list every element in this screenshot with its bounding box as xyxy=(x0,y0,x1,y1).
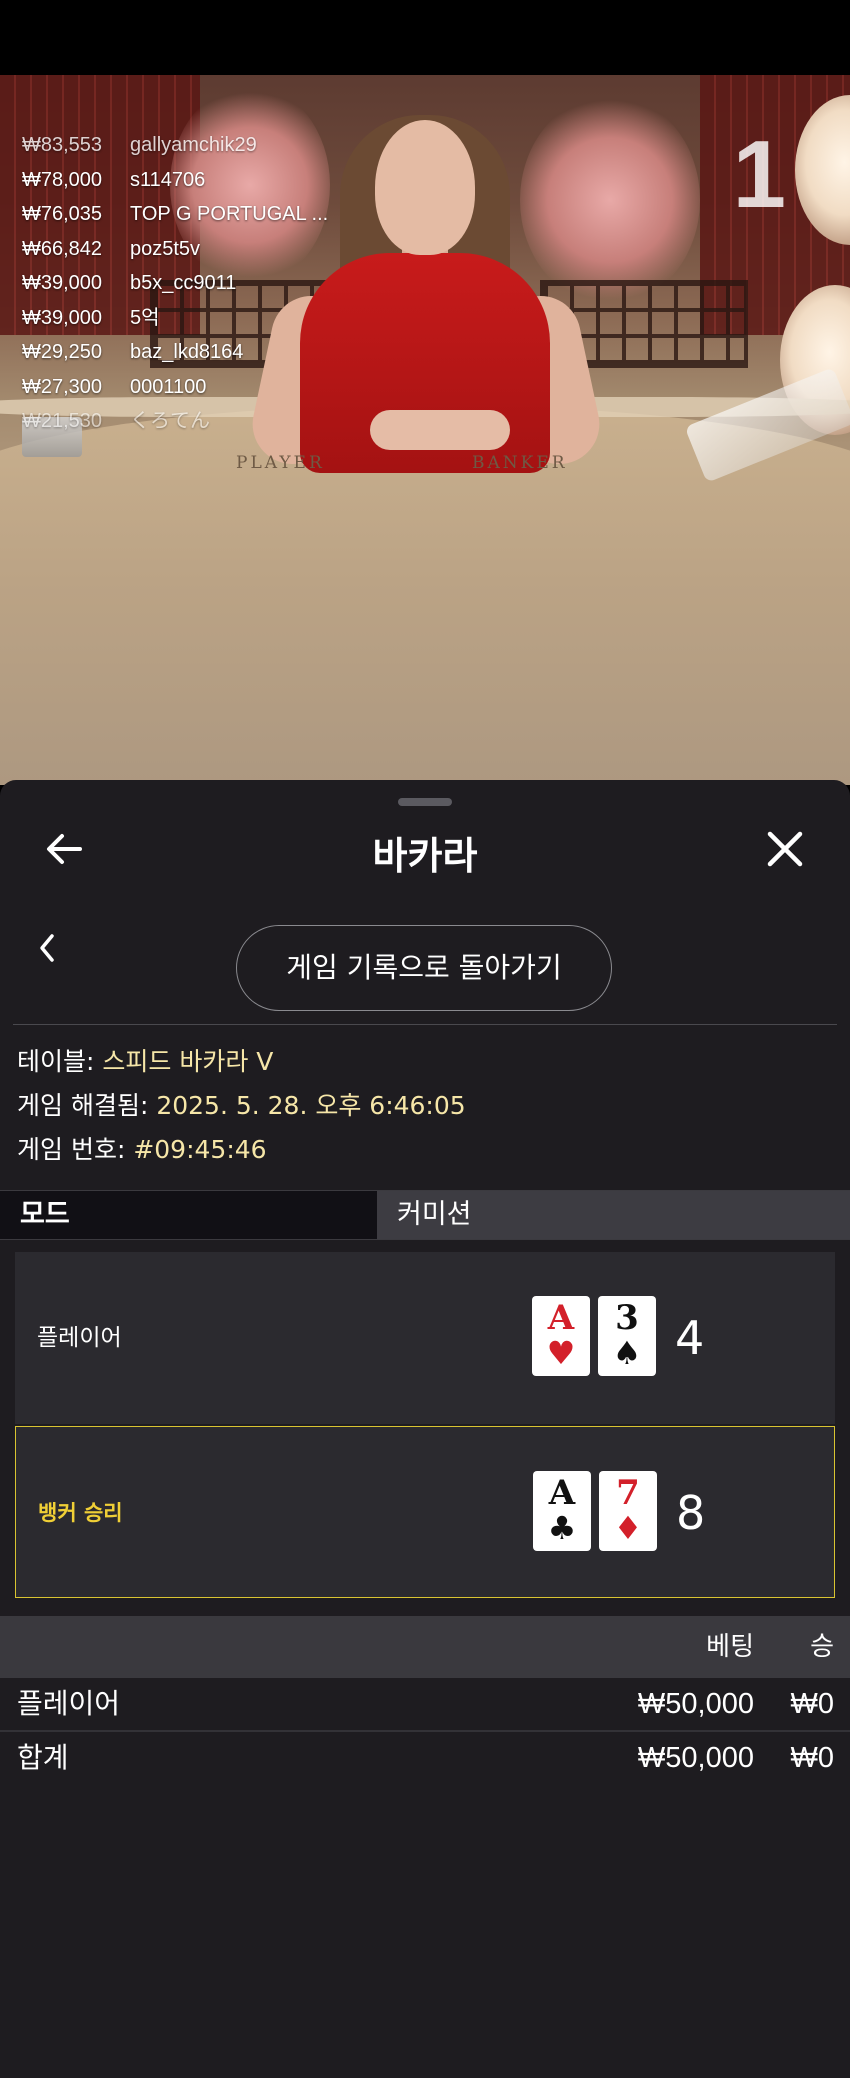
card-rank: 3 xyxy=(615,1298,639,1338)
leaderboard-row: ₩21,530 くろてん xyxy=(22,403,328,438)
bets-table-header: 베팅 승 xyxy=(0,1616,850,1678)
card-rank: A xyxy=(547,1298,575,1338)
banker-card-2: 7 ♦ xyxy=(599,1471,657,1551)
round-counter: 1 xyxy=(732,121,786,228)
info-resolved-label: 게임 해결됨: xyxy=(17,1091,157,1120)
leaderboard-amount: ₩27,300 xyxy=(22,375,103,398)
leaderboard-amount: ₩78,000 xyxy=(22,168,103,191)
close-icon[interactable] xyxy=(760,824,810,874)
banker-hand-total: 8 xyxy=(676,1486,706,1540)
leaderboard-amount: ₩29,250 xyxy=(22,341,103,363)
info-table-label: 테이블: xyxy=(17,1047,103,1076)
dealer-hands xyxy=(370,410,510,450)
leaderboard-amount: ₩83,553 xyxy=(22,134,103,156)
leaderboard-player-name: baz_lkd8164 xyxy=(130,341,244,363)
leaderboard-player-name: gallyamchik29 xyxy=(130,134,257,156)
table-label-banker: BANKER xyxy=(472,453,568,473)
chevron-left-icon[interactable] xyxy=(30,928,64,968)
table-row: 플레이어 ₩50,000 ₩0 xyxy=(0,1678,850,1730)
tab-mode[interactable]: 모드 xyxy=(0,1191,377,1239)
table-label-player: PLAYER xyxy=(236,453,325,473)
table-row-total: 합계 ₩50,000 ₩0 xyxy=(0,1732,850,1784)
info-game-number: 게임 번호: #09:45:46 xyxy=(17,1130,267,1166)
total-row-win: ₩0 xyxy=(790,1742,835,1774)
bet-row-win: ₩0 xyxy=(790,1688,835,1720)
card-rank: A xyxy=(548,1473,576,1513)
leaderboard-player-name: b5x_cc9011 xyxy=(130,272,237,294)
header-bet: 베팅 xyxy=(706,1632,754,1662)
banker-card-1: A ♣ xyxy=(533,1471,591,1551)
leaderboard-player-name: s114706 xyxy=(130,168,206,191)
divider xyxy=(13,1024,837,1025)
leaderboard-player-name: poz5t5v xyxy=(130,237,201,260)
tab-commission[interactable]: 커미션 xyxy=(377,1191,850,1239)
player-hand-label: 플레이어 xyxy=(37,1325,122,1351)
leaderboard-amount: ₩66,842 xyxy=(22,237,103,260)
blossom-tree-right xyxy=(520,95,700,305)
leaderboard-row: ₩27,300 0001100 xyxy=(22,369,328,404)
bet-row-amount: ₩50,000 xyxy=(637,1688,754,1720)
info-number-value: #09:45:46 xyxy=(133,1135,267,1164)
total-row-label: 합계 xyxy=(17,1741,69,1774)
tab-bar: 모드 커미션 xyxy=(0,1190,850,1240)
leaderboard-amount: ₩21,530 xyxy=(22,410,103,432)
leaderboard-row: ₩39,000 b5x_cc9011 xyxy=(22,265,328,300)
info-table: 테이블: 스피드 바카라 V xyxy=(17,1042,273,1078)
banker-hand-panel: 뱅커 승리 A ♣ 7 ♦ 8 xyxy=(15,1426,835,1598)
dealer-face xyxy=(375,120,475,255)
leaderboard-row: ₩83,553 gallyamchik29 xyxy=(22,127,328,162)
leaderboard-row: ₩78,000 s114706 xyxy=(22,162,328,197)
sheet-title: 바카라 xyxy=(372,834,478,878)
player-hand-panel: 플레이어 A ♥ 3 ♠ 4 xyxy=(15,1252,835,1424)
leaderboard-amount: ₩76,035 xyxy=(22,203,103,225)
info-resolved-value: 2025. 5. 28. 오후 6:46:05 xyxy=(156,1091,466,1120)
card-suit-icon: ♥ xyxy=(546,1334,576,1372)
leaderboard-amount: ₩39,000 xyxy=(22,306,103,329)
info-resolved: 게임 해결됨: 2025. 5. 28. 오후 6:46:05 xyxy=(17,1086,466,1122)
card-suit-icon: ♣ xyxy=(547,1509,577,1547)
top-black-bar xyxy=(0,0,850,75)
drag-handle[interactable] xyxy=(398,798,452,806)
banker-win-label: 뱅커 승리 xyxy=(38,1501,123,1525)
winners-leaderboard: ₩83,553 gallyamchik29 ₩78,000 s114706 ₩76,03… xyxy=(22,127,328,438)
leaderboard-row: ₩76,035 TOP G PORTUGAL ... xyxy=(22,196,328,231)
player-hand-total: 4 xyxy=(675,1311,705,1365)
card-rank: 7 xyxy=(616,1473,640,1513)
bet-row-label: 플레이어 xyxy=(17,1687,121,1720)
leaderboard-row: ₩39,000 5억 xyxy=(22,300,328,335)
leaderboard-row: ₩66,842 poz5t5v xyxy=(22,231,328,266)
player-card-2: 3 ♠ xyxy=(598,1296,656,1376)
back-to-history-button[interactable]: 게임 기록으로 돌아가기 xyxy=(236,925,612,1011)
card-suit-icon: ♠ xyxy=(612,1334,642,1372)
leaderboard-player-name: TOP G PORTUGAL ... xyxy=(130,203,329,225)
leaderboard-amount: ₩39,000 xyxy=(22,272,103,294)
leaderboard-player-name: くろてん xyxy=(130,410,210,432)
leaderboard-player-name: 0001100 xyxy=(130,375,207,398)
leaderboard-player-name: 5억 xyxy=(130,306,160,329)
player-card-1: A ♥ xyxy=(532,1296,590,1376)
game-details-sheet: 바카라 게임 기록으로 돌아가기 테이블: 스피드 바카라 V 게임 해결됨: … xyxy=(0,780,850,2078)
info-number-label: 게임 번호: xyxy=(17,1135,134,1164)
card-suit-icon: ♦ xyxy=(613,1509,643,1547)
leaderboard-row: ₩29,250 baz_lkd8164 xyxy=(22,334,328,369)
header-win: 승 xyxy=(810,1632,834,1662)
live-video-feed: PLAYER BANKER ₩83,553 gallyamchik29 ₩78,00… xyxy=(0,75,850,785)
info-table-value: 스피드 바카라 V xyxy=(102,1047,274,1076)
total-row-amount: ₩50,000 xyxy=(637,1742,754,1774)
